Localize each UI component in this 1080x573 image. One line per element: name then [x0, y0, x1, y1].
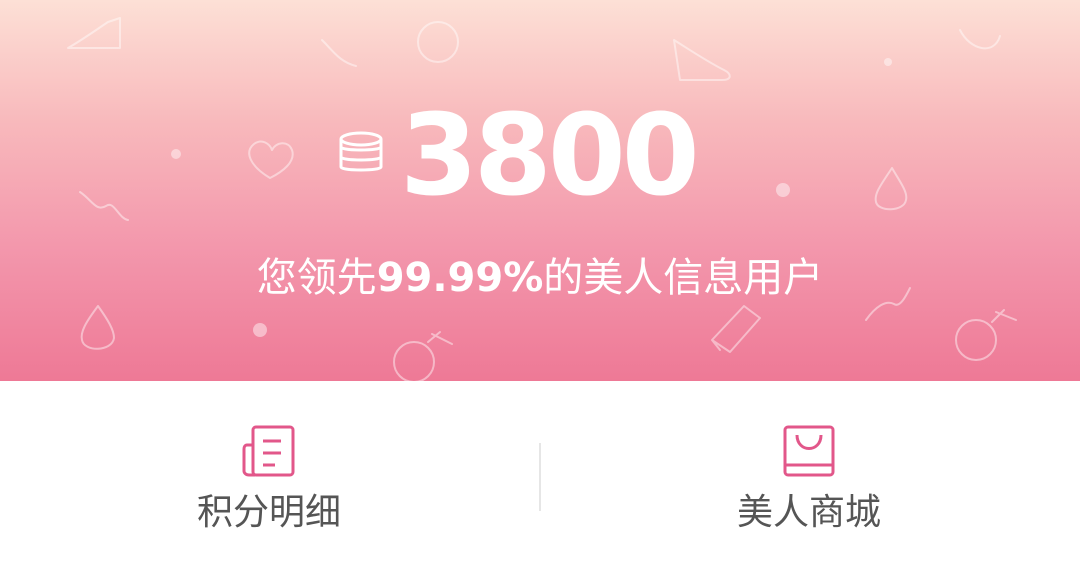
beauty-mall-button[interactable]: 美人商城: [540, 381, 1080, 573]
points-value: 3800: [400, 91, 700, 221]
points-header: 3800 您领先99.99%的美人信息用户: [0, 0, 1080, 381]
rank-text: 您领先99.99%的美人信息用户: [0, 252, 1080, 304]
points-detail-button[interactable]: 积分明细: [0, 381, 540, 573]
rank-percent: 99.99%: [376, 255, 544, 301]
points-detail-label: 积分明细: [196, 492, 341, 533]
points-summary: 3800: [0, 96, 1080, 222]
rank-prefix: 您领先: [256, 255, 377, 301]
points-detail-icon: [242, 425, 295, 477]
coin-stack-icon: [339, 131, 383, 172]
action-divider: [539, 443, 541, 511]
shopping-bag-icon: [783, 425, 835, 477]
rank-suffix: 的美人信息用户: [543, 255, 824, 301]
beauty-mall-label: 美人商城: [736, 492, 881, 533]
